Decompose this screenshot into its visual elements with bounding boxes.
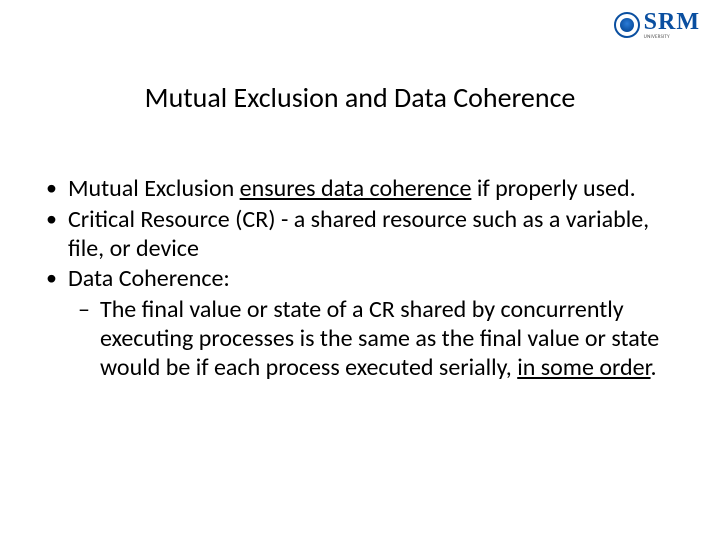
bullet-list: Mutual Exclusion ensures data coherence … xyxy=(40,175,680,383)
logo-emblem-icon xyxy=(614,12,640,38)
bullet-text-underlined: ensures data coherence xyxy=(240,174,472,203)
slide-body: Mutual Exclusion ensures data coherence … xyxy=(40,175,680,385)
bullet-item: Critical Resource (CR) - a shared resour… xyxy=(40,206,680,264)
bullet-text: Critical Resource (CR) - a shared resour… xyxy=(68,205,649,263)
logo: SRM UNIVERSITY xyxy=(614,10,700,40)
bullet-text-post: if properly used. xyxy=(471,174,635,203)
sub-bullet-list: The final value or state of a CR shared … xyxy=(68,296,680,382)
logo-name: SRM xyxy=(644,10,700,34)
logo-text-block: SRM UNIVERSITY xyxy=(644,10,700,40)
bullet-text: Data Coherence: xyxy=(68,264,230,293)
slide-title: Mutual Exclusion and Data Coherence xyxy=(0,80,720,115)
bullet-item: Mutual Exclusion ensures data coherence … xyxy=(40,175,680,204)
bullet-item: Data Coherence: The final value or state… xyxy=(40,265,680,382)
bullet-text-pre: Mutual Exclusion xyxy=(68,174,240,203)
logo-emblem-inner xyxy=(620,18,634,32)
sub-bullet-item: The final value or state of a CR shared … xyxy=(68,296,680,382)
slide: SRM UNIVERSITY Mutual Exclusion and Data… xyxy=(0,0,720,540)
sub-bullet-text-post: . xyxy=(651,353,657,382)
sub-bullet-text-underlined: in some order xyxy=(517,353,650,382)
logo-subtitle: UNIVERSITY xyxy=(644,35,700,40)
